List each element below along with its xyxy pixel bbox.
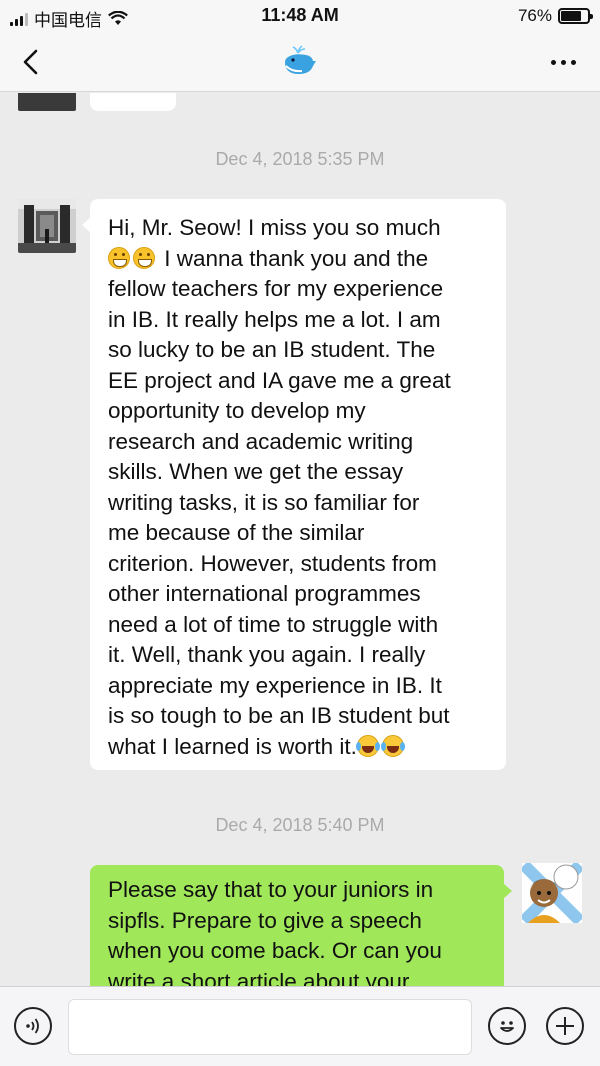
grinning-emoji-icon: [108, 246, 130, 269]
message-line: opportunity to develop my: [108, 398, 366, 423]
message-line: in IB. It really helps me a lot. I am: [108, 306, 441, 332]
message-line: research and academic writing: [108, 428, 414, 454]
crying-laughing-emoji-icon: [380, 734, 404, 757]
battery-icon: [558, 8, 593, 24]
incoming-message-bubble[interactable]: Hi, Mr. Seow! I miss you so much I wanna…: [82, 199, 506, 770]
outgoing-message-bubble[interactable]: Please say that to your juniors in sipfl…: [90, 865, 512, 987]
message-line: need a lot of time to struggle with: [108, 611, 439, 637]
contact-avatar[interactable]: [18, 199, 76, 253]
message-line: criterion. However, students from: [108, 550, 437, 576]
message-line: sipfls. Prepare to give a speech: [108, 907, 422, 933]
message-line: is so tough to be an IB student but: [108, 703, 450, 728]
battery-percent: 76%: [517, 6, 552, 25]
battery-fill: [561, 11, 581, 21]
message-line: other international programmes: [108, 581, 421, 606]
message-line: fellow teachers for my experience: [108, 276, 444, 301]
whale-emoji-icon: [285, 45, 316, 74]
message-line: me because of the similar: [108, 520, 365, 545]
emoji-icon: [500, 1021, 514, 1032]
message-timestamp: Dec 4, 2018 5:35 PM: [215, 149, 385, 169]
message-line: Hi, Mr. Seow! I miss you so much: [108, 215, 441, 240]
message-line: so lucky to be an IB student. The: [108, 337, 436, 362]
message-line: EE project and IA gave me a great: [108, 367, 451, 393]
chat-header: [0, 32, 600, 92]
back-chevron-icon[interactable]: [16, 46, 48, 78]
my-avatar[interactable]: [522, 863, 582, 923]
emoji-button[interactable]: [488, 1007, 526, 1045]
previous-avatar: [18, 93, 76, 111]
voice-button[interactable]: [14, 1007, 52, 1045]
message-line: Please say that to your juniors in: [108, 877, 434, 902]
message-line: it. Well, thank you again. I really: [108, 642, 426, 667]
message-line: skills. When we get the essay: [108, 459, 404, 484]
message-line: appreciate my experience in IB. It: [108, 672, 442, 698]
message-text-input[interactable]: [68, 999, 472, 1055]
status-bar: 中国电信 11:48 AM 76%: [0, 0, 600, 32]
status-right: 76%: [517, 6, 593, 26]
grinning-emoji-icon: [133, 246, 155, 269]
more-options-button[interactable]: [551, 60, 576, 65]
chat-scroll-area[interactable]: Dec 4, 2018 5:35 PM Hi, Mr. Seow! I miss…: [0, 93, 600, 986]
message-line: writing tasks, it is so familiar for: [108, 489, 420, 515]
message-line: write a short article about your: [108, 968, 410, 987]
status-time: 11:48 AM: [261, 5, 339, 25]
message-line: what I learned is worth it.: [108, 732, 492, 763]
message-line: when you come back. Or can you: [108, 938, 442, 963]
add-button[interactable]: [546, 1007, 584, 1045]
crying-laughing-emoji-icon: [355, 734, 379, 757]
message-timestamp: Dec 4, 2018 5:40 PM: [215, 815, 385, 835]
message-line-text: what I learned is worth it.: [108, 733, 357, 759]
previous-message-bubble[interactable]: [90, 93, 176, 111]
message-line-text: I wanna thank you and the: [158, 245, 429, 271]
plus-icon: [556, 1017, 574, 1035]
voice-icon: [26, 1018, 39, 1034]
message-line: I wanna thank you and the: [108, 244, 492, 275]
message-input-bar: [0, 986, 600, 1066]
